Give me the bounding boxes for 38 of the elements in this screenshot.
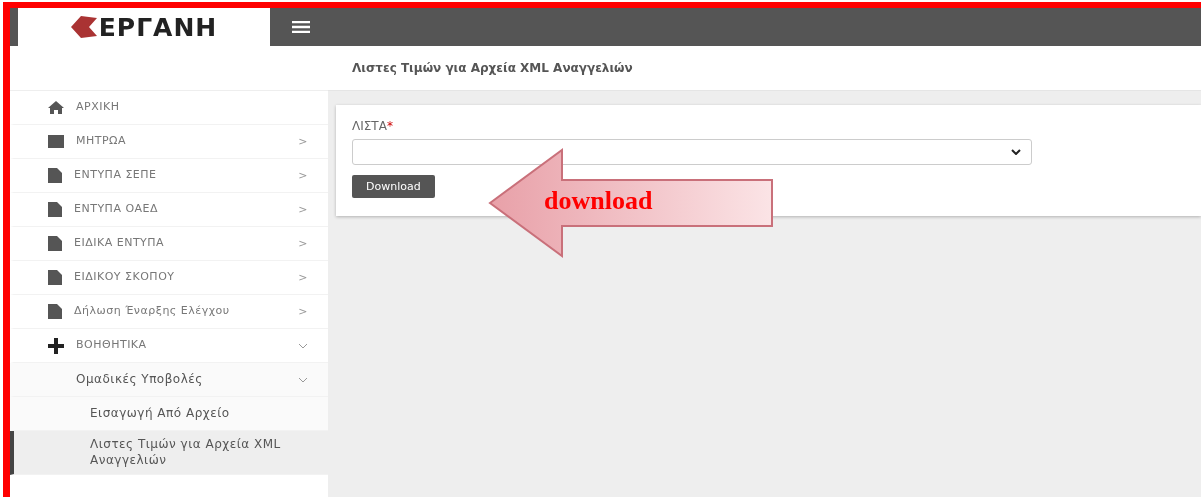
menu-label: Δήλωση Έναρξης Ελέγχου [74, 304, 231, 319]
file-icon [48, 270, 62, 285]
menu-label: ΑΡΧΙΚΗ [76, 100, 121, 115]
chevron-right-icon: > [298, 305, 308, 318]
field-label: ΛΙΣΤΑ* [352, 119, 394, 133]
file-icon [48, 168, 62, 183]
chevron-right-icon: > [298, 169, 308, 182]
menu-label: ΒΟΗΘΗΤΙΚΑ [76, 338, 148, 353]
plus-icon [48, 337, 64, 354]
menu-item[interactable]: Λιστες Τιμών για Αρχεία XML Αναγγελιών [10, 431, 328, 476]
logo-icon [70, 16, 97, 38]
chevron-right-icon: > [298, 237, 308, 250]
page-title: Λιστες Τιμών για Αρχεία XML Αναγγελιών [328, 46, 1201, 91]
select-field[interactable] [352, 139, 1032, 165]
menu-label: ΜΗΤΡΩΑ [76, 134, 128, 149]
menu-label: ΕΝΤΥΠΑ ΟΑΕΔ [74, 202, 160, 217]
chevron-right-icon: > [298, 271, 308, 284]
chevron-right-icon: > [298, 135, 308, 148]
chevron-down-icon [1011, 149, 1021, 155]
file-icon [48, 304, 62, 319]
menu-label: Εισαγωγή Από Αρχείο [90, 405, 231, 422]
menu-icon[interactable] [292, 21, 310, 33]
chevron-down-icon [298, 342, 308, 349]
menu-label: Λιστες Τιμών για Αρχεία XML Αναγγελιών [90, 437, 282, 469]
file-icon [48, 202, 62, 217]
chevron-right-icon: > [298, 203, 308, 216]
file-icon [48, 236, 62, 251]
callout-text: download [544, 186, 653, 216]
menu-label: ΕΙΔΙΚΑ ΕΝΤΥΠΑ [74, 236, 166, 251]
chevron-down-icon [298, 376, 308, 383]
logo: ΕΡΓΑΝΗ [18, 8, 270, 46]
menu-item[interactable]: Εισαγωγή Από Αρχείο [10, 397, 328, 431]
menu-label: Ομαδικές Υποβολές [76, 371, 204, 388]
menu-label: ΕΙΔΙΚΟΥ ΣΚΟΠΟΥ [74, 270, 176, 285]
menu-item[interactable]: Ομαδικές Υποβολές [10, 363, 328, 397]
menu-label: ΕΝΤΥΠΑ ΣΕΠΕ [74, 168, 158, 183]
home-icon [48, 101, 64, 114]
download-button[interactable]: Download [352, 175, 435, 198]
